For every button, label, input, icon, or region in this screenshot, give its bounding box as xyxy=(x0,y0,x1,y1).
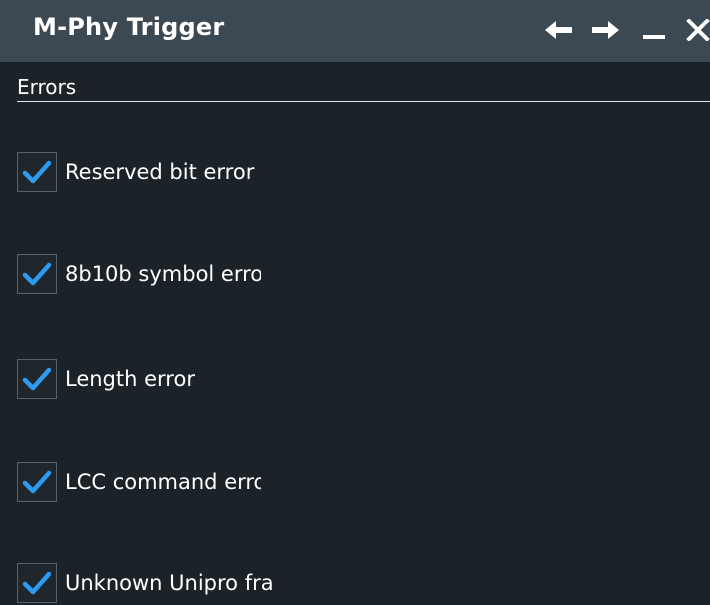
reserved-bit-error-checkbox[interactable] xyxy=(17,152,57,192)
section-divider xyxy=(17,101,710,102)
close-icon xyxy=(686,19,710,41)
error-row-lcc-command[interactable]: LCC command error xyxy=(17,461,657,503)
length-error-label: Length error xyxy=(65,367,195,391)
checkmark-icon xyxy=(22,160,52,184)
lcc-command-error-label: LCC command error xyxy=(65,470,261,494)
error-row-8b10b-symbol[interactable]: 8b10b symbol error xyxy=(17,253,657,295)
unknown-unipro-frame-checkbox[interactable] xyxy=(17,563,57,603)
unknown-unipro-frame-label: Unknown Unipro frame xyxy=(65,571,275,595)
error-row-length[interactable]: Length error xyxy=(17,358,657,400)
minimize-icon xyxy=(643,35,665,39)
checkmark-icon xyxy=(22,571,52,595)
checkmark-icon xyxy=(22,262,52,286)
arrow-left-icon xyxy=(545,21,572,39)
arrow-right-icon xyxy=(592,21,619,39)
back-button[interactable] xyxy=(542,10,576,50)
checkmark-icon xyxy=(22,367,52,391)
title-bar: M-Phy Trigger xyxy=(0,0,710,62)
lcc-command-error-checkbox[interactable] xyxy=(17,462,57,502)
reserved-bit-error-label: Reserved bit error xyxy=(65,160,255,184)
forward-button[interactable] xyxy=(589,10,623,50)
checkmark-icon xyxy=(22,470,52,494)
length-error-checkbox[interactable] xyxy=(17,359,57,399)
errors-section-label: Errors xyxy=(17,75,77,99)
error-row-unknown-unipro-frame[interactable]: Unknown Unipro frame xyxy=(17,562,657,604)
8b10b-symbol-error-checkbox[interactable] xyxy=(17,254,57,294)
window-title: M-Phy Trigger xyxy=(33,13,225,41)
8b10b-symbol-error-label: 8b10b symbol error xyxy=(65,262,261,286)
error-row-reserved-bit[interactable]: Reserved bit error xyxy=(17,151,657,193)
close-button[interactable] xyxy=(681,10,710,50)
minimize-button[interactable] xyxy=(637,10,671,50)
